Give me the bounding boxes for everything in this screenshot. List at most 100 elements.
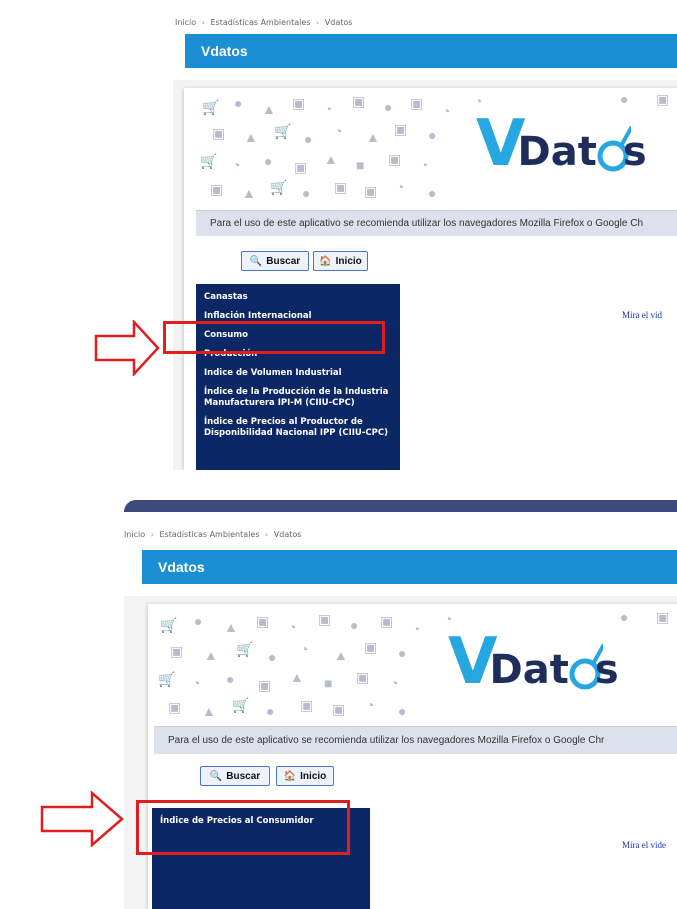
bag-icon: ▲ xyxy=(334,647,348,663)
breadcrumb-inicio[interactable]: Inicio xyxy=(175,18,196,27)
logo-text: Dat xyxy=(517,129,597,175)
menu-item-ipp[interactable]: Índice de Precios al Productor de Dispon… xyxy=(204,413,392,443)
bill-icon: ▣ xyxy=(300,697,314,713)
bill-icon: ▣ xyxy=(380,613,394,629)
banner: 🛒 ● ▲ ▣ ◔ ▣ ● ▣ ◔ ◔ ▣ ▲ 🛒 ● ◔ ▲ ▣ ● 🛒 ◔ … xyxy=(184,88,677,208)
bag-icon: ▲ xyxy=(204,647,218,663)
bag-icon: ▲ xyxy=(324,151,338,167)
breadcrumb: Inicio › Estadísticas Ambientales › Vdat… xyxy=(175,18,355,27)
pie-chart-icon: ◔ xyxy=(390,675,399,691)
coin-icon: ● xyxy=(226,671,235,687)
coin-icon: ● xyxy=(302,185,311,201)
breadcrumb-vdatos: Vdatos xyxy=(324,18,353,27)
shopping-cart-icon: 🛒 xyxy=(232,697,250,713)
pie-chart-icon: ◔ xyxy=(334,123,343,139)
shopping-cart-icon: 🛒 xyxy=(270,179,288,195)
bill-icon: ▣ xyxy=(170,643,184,659)
video-link[interactable]: Mira el vide xyxy=(622,840,666,850)
bag-icon: ▲ xyxy=(244,129,258,145)
browser-notice: Para el uso de este aplicativo se recomi… xyxy=(154,726,677,754)
pie-chart-icon: ◔ xyxy=(420,157,429,173)
breadcrumb-estadisticas[interactable]: Estadísticas Ambientales xyxy=(210,18,310,27)
logo-text-end: s xyxy=(622,129,647,175)
pie-chart-icon: ◔ xyxy=(324,101,333,117)
bag-icon: ▲ xyxy=(366,129,380,145)
bill-icon: ▣ xyxy=(212,125,226,141)
coin-icon: ● xyxy=(266,703,275,719)
right-arrow-icon xyxy=(94,320,160,376)
bill-icon: ▣ xyxy=(656,609,670,625)
top-screenshot: Inicio › Estadísticas Ambientales › Vdat… xyxy=(173,0,677,470)
search-icon: 🔍 xyxy=(249,255,263,267)
shopping-cart-icon: 🛒 xyxy=(200,153,218,169)
highlight-box-ipc xyxy=(136,800,350,855)
coin-icon: ● xyxy=(234,95,243,111)
bill-icon: ▣ xyxy=(364,183,378,199)
coin-icon: ● xyxy=(620,609,629,625)
shopping-cart-icon: 🛒 xyxy=(274,123,292,139)
vdatos-logo: V Dat s xyxy=(448,630,619,694)
right-arrow-icon xyxy=(40,791,124,847)
notice-text: Para el uso de este aplicativo se recomi… xyxy=(210,218,644,229)
pie-chart-icon: ◔ xyxy=(412,621,421,637)
vdatos-card: 🛒 ● ▲ ▣ ◔ ▣ ● ▣ ◔ ◔ ▣ ▲ 🛒 ● ◔ ▲ ▣ ● 🛒 ◔ … xyxy=(148,604,677,909)
coin-icon: ● xyxy=(264,153,273,169)
home-button-label: Inicio xyxy=(300,770,327,782)
coin-icon: ● xyxy=(398,703,407,719)
coin-icon: ● xyxy=(428,127,437,143)
coin-icon: ● xyxy=(350,617,359,633)
bag-icon: ▲ xyxy=(262,101,276,117)
bill-icon: ▣ xyxy=(352,93,366,109)
bill-icon: ▣ xyxy=(656,91,670,107)
bill-icon: ▣ xyxy=(210,181,224,197)
search-icon: 🔍 xyxy=(209,770,223,782)
breadcrumb-separator: › xyxy=(150,530,154,539)
bill-icon: ▣ xyxy=(294,159,308,175)
menu-item-ipi-m[interactable]: Índice de la Producción de la Industria … xyxy=(204,383,392,413)
bill-icon: ▣ xyxy=(168,699,182,715)
video-link[interactable]: Mira el vid xyxy=(622,310,662,320)
bag-icon: ▲ xyxy=(290,669,304,685)
breadcrumb-vdatos: Vdatos xyxy=(273,530,302,539)
bill-icon: ▣ xyxy=(410,95,424,111)
notice-text: Para el uso de este aplicativo se recomi… xyxy=(168,735,605,746)
home-button-label: Inicio xyxy=(335,255,362,267)
breadcrumb: Inicio › Estadísticas Ambientales › Vdat… xyxy=(124,530,304,539)
menu-item-volumen-industrial[interactable]: Indice de Volumen Industrial xyxy=(204,364,392,383)
banner: 🛒 ● ▲ ▣ ◔ ▣ ● ▣ ◔ ◔ ▣ ▲ 🛒 ● ◔ ▲ ▣ ● 🛒 ◔ … xyxy=(148,604,677,726)
page-title: Vdatos xyxy=(201,43,248,59)
pie-chart-icon: ◔ xyxy=(396,179,405,195)
bag-icon: ▲ xyxy=(202,703,216,719)
coin-icon: ● xyxy=(194,613,203,629)
bill-icon: ▣ xyxy=(394,121,408,137)
coin-icon: ● xyxy=(384,99,393,115)
breadcrumb-separator: › xyxy=(316,18,320,27)
coin-icon: ● xyxy=(620,91,629,107)
breadcrumb-separator: › xyxy=(201,18,205,27)
breadcrumb-estadisticas[interactable]: Estadísticas Ambientales xyxy=(159,530,259,539)
search-button[interactable]: 🔍 Buscar xyxy=(200,766,270,786)
bill-icon: ▣ xyxy=(256,613,270,629)
vdatos-card: 🛒 ● ▲ ▣ ◔ ▣ ● ▣ ◔ ◔ ▣ ▲ 🛒 ● ◔ ▲ ▣ ● 🛒 ◔ … xyxy=(184,88,677,470)
shopping-cart-icon: 🛒 xyxy=(160,617,178,633)
search-button[interactable]: 🔍 Buscar xyxy=(241,251,309,271)
coin-icon: ● xyxy=(398,645,407,661)
home-button[interactable]: 🏠 Inicio xyxy=(313,251,368,271)
bill-icon: ▣ xyxy=(292,95,306,111)
coin-icon: ● xyxy=(428,185,437,201)
bag-icon: ▲ xyxy=(224,619,238,635)
page-title-bar: Vdatos xyxy=(142,550,677,584)
breadcrumb-separator: › xyxy=(265,530,269,539)
home-button[interactable]: 🏠 Inicio xyxy=(276,766,334,786)
vdatos-logo: V Dat s xyxy=(476,112,647,176)
briefcase-icon: ■ xyxy=(324,675,333,691)
menu-item-canastas[interactable]: Canastas xyxy=(204,288,392,307)
home-icon: 🏠 xyxy=(319,255,332,267)
category-menu: Canastas Inflación Internacional Consumo… xyxy=(196,284,400,470)
logo-text-end: s xyxy=(594,647,619,693)
highlight-box-consumo xyxy=(163,321,385,354)
bill-icon: ▣ xyxy=(258,677,272,693)
pie-chart-icon: ◔ xyxy=(288,619,297,635)
shopping-cart-icon: 🛒 xyxy=(202,99,220,115)
breadcrumb-inicio[interactable]: Inicio xyxy=(124,530,145,539)
